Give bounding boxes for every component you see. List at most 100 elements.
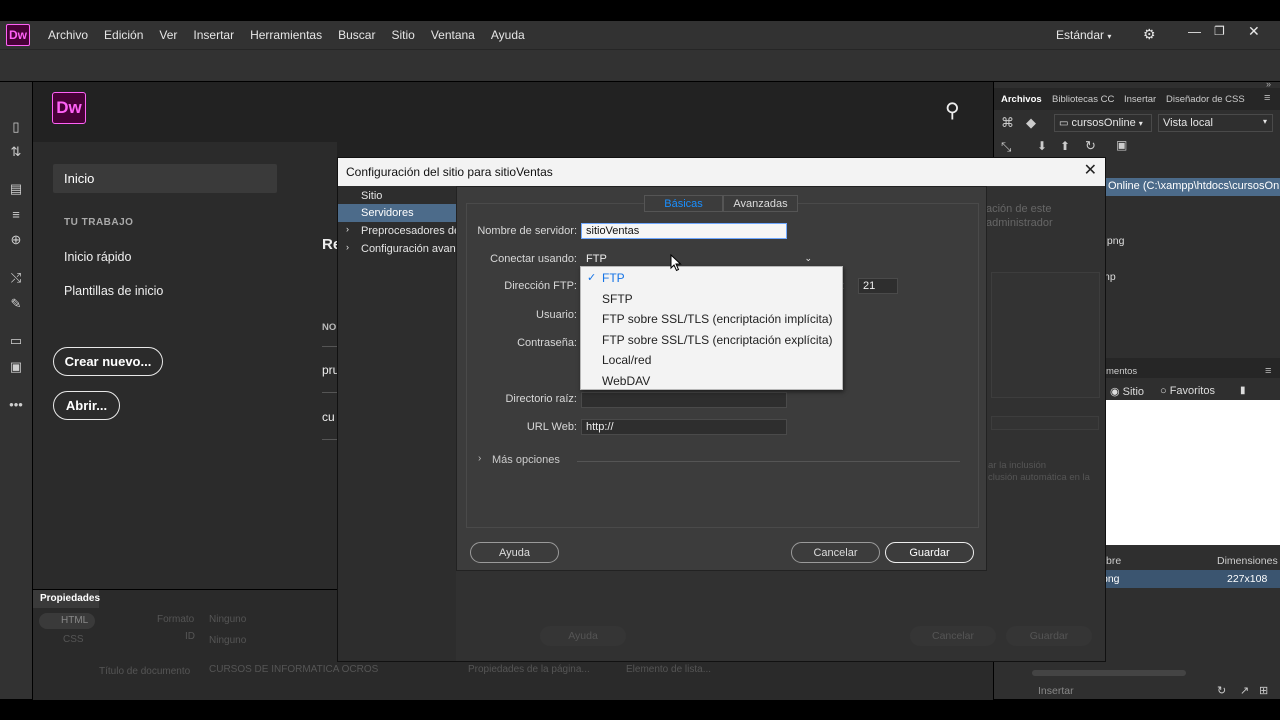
web-url-input[interactable]: http:// [581, 419, 787, 435]
connect-icon[interactable]: ⌘ [1001, 115, 1014, 131]
assets-tab[interactable]: mentos [1106, 366, 1137, 377]
tab-css-designer[interactable]: Diseñador de CSS [1166, 94, 1245, 105]
put-files-icon[interactable]: ⬆ [1060, 139, 1070, 153]
help-button[interactable]: Ayuda [470, 542, 559, 563]
server-name-input[interactable]: sitioVentas [581, 223, 787, 239]
file-row[interactable]: .png [1104, 235, 1124, 247]
collapse-panel-icon[interactable]: » [1266, 79, 1271, 89]
bookmark-icon[interactable]: ▮ [1240, 385, 1246, 396]
tab-bibliotecas[interactable]: Bibliotecas CC [1052, 94, 1114, 105]
file-management-icon[interactable]: ⇅ [8, 144, 24, 160]
recent-file-2[interactable]: cu [322, 410, 335, 424]
root-dir-input[interactable] [581, 392, 787, 408]
get-files-icon[interactable]: ⬇ [1037, 139, 1047, 153]
dreamweaver-window: Dw Archivo Edición Ver Insertar Herramie… [0, 0, 1280, 720]
menu-herramientas[interactable]: Herramientas [242, 28, 330, 42]
col-dims-header[interactable]: Dimensiones [1217, 555, 1278, 567]
assets-menu-icon[interactable]: ≡ [1265, 365, 1271, 377]
option-ftp[interactable]: FTP [602, 271, 625, 285]
dialog-close-icon[interactable]: ✕ [1084, 163, 1097, 179]
bg-cancel-button: Cancelar [910, 626, 996, 646]
site-root-row[interactable]: Online (C:\xampp\htdocs\cursosOn... [1106, 178, 1280, 196]
menu-edicion[interactable]: Edición [96, 28, 151, 42]
workspace-switcher[interactable]: Estándar ▾ [1056, 28, 1111, 42]
option-webdav[interactable]: WebDAV [602, 374, 650, 388]
add-favorite-icon[interactable]: ⊞ [1259, 684, 1268, 697]
option-local-network[interactable]: Local/red [602, 353, 651, 367]
option-ftps-implicit[interactable]: FTP sobre SSL/TLS (encriptación implícit… [602, 312, 833, 326]
option-ftps-explicit[interactable]: FTP sobre SSL/TLS (encriptación explícit… [602, 333, 833, 347]
indent-icon[interactable]: ▣ [8, 359, 24, 375]
menu-archivo[interactable]: Archivo [40, 28, 96, 42]
code-view-icon[interactable]: ▤ [8, 181, 24, 197]
workspace-label: Estándar [1056, 28, 1105, 42]
format-source-icon[interactable]: ≡ [8, 207, 24, 223]
connect-select[interactable]: FTP ⌄ [581, 251, 819, 267]
radio-favorites-label: Favoritos [1169, 385, 1215, 397]
nav-preprocesadores[interactable]: › Preprocesadores de [338, 222, 456, 240]
create-new-button[interactable]: Crear nuevo... [53, 347, 163, 376]
more-tools-icon[interactable]: ••• [8, 397, 24, 413]
wrap-tag-icon[interactable]: ⤭ [8, 270, 24, 286]
list-element-button[interactable]: Elemento de lista... [626, 664, 711, 675]
nav-inicio[interactable]: Inicio [53, 164, 277, 193]
tab-insertar[interactable]: Insertar [1124, 94, 1156, 105]
checkmark-icon: ✓ [587, 272, 597, 284]
edit-asset-icon[interactable]: ↗ [1240, 684, 1249, 697]
comment-icon[interactable]: ▭ [8, 333, 24, 349]
menu-ventana[interactable]: Ventana [423, 28, 483, 42]
menu-ver[interactable]: Ver [151, 28, 185, 42]
view-select[interactable]: Vista local ▾ [1158, 114, 1273, 132]
doc-title-input[interactable]: CURSOS DE INFORMATICA OCROS [209, 664, 378, 675]
divider [322, 439, 338, 440]
dialog-titlebar: Configuración del sitio para sitioVentas [338, 158, 1105, 186]
properties-tab[interactable]: Propiedades [33, 590, 100, 608]
menu-sitio[interactable]: Sitio [383, 28, 422, 42]
id-select[interactable]: Ninguno [209, 635, 246, 646]
id-label: ID [185, 631, 195, 642]
sync-icon[interactable]: ▣ [1116, 138, 1127, 152]
nav-sitio[interactable]: Sitio [338, 187, 456, 205]
minimize-icon[interactable]: — [1188, 24, 1201, 39]
bg-server-list [991, 272, 1100, 398]
option-sftp[interactable]: SFTP [602, 292, 633, 306]
search-icon[interactable]: ⚲ [945, 98, 960, 123]
git-icon[interactable]: ◆ [1026, 115, 1036, 131]
save-button[interactable]: Guardar [885, 542, 974, 563]
menu-buscar[interactable]: Buscar [330, 28, 383, 42]
more-options-toggle[interactable]: Más opciones [492, 454, 560, 466]
insert-asset-button[interactable]: Insertar [1038, 685, 1074, 697]
h-scrollbar[interactable] [1032, 670, 1186, 676]
live-view-icon[interactable]: ⊕ [8, 232, 24, 248]
nav-templates[interactable]: Plantillas de inicio [64, 284, 163, 298]
cancel-button[interactable]: Cancelar [791, 542, 880, 563]
refresh-assets-icon[interactable]: ↻ [1217, 684, 1226, 697]
new-file-icon[interactable]: ▯ [8, 119, 24, 135]
open-button[interactable]: Abrir... [53, 391, 120, 420]
refresh-icon[interactable]: ↻ [1085, 138, 1096, 154]
menu-ayuda[interactable]: Ayuda [483, 28, 533, 42]
close-window-icon[interactable]: ✕ [1248, 23, 1260, 40]
nav-config-avanzada[interactable]: › Configuración avanz [338, 240, 456, 258]
connect-label: Conectar usando: [490, 253, 577, 265]
panel-menu-icon[interactable]: ≡ [1264, 92, 1270, 104]
tab-archivos[interactable]: Archivos [1001, 94, 1042, 105]
menu-insertar[interactable]: Insertar [185, 28, 242, 42]
site-select[interactable]: ▭ cursosOnline ▾ [1054, 114, 1152, 132]
nav-quick-start[interactable]: Inicio rápido [64, 250, 131, 264]
radio-site[interactable]: ◉ Sitio [1110, 385, 1144, 398]
css-mode-button[interactable]: CSS [63, 634, 84, 645]
page-properties-button[interactable]: Propiedades de la página... [468, 664, 590, 675]
tab-basicas[interactable]: Básicas [644, 195, 723, 212]
brush-icon[interactable]: ✎ [8, 296, 24, 312]
col-name-header[interactable]: bre [1106, 555, 1121, 567]
tab-avanzadas[interactable]: Avanzadas [723, 195, 798, 212]
sync-settings-icon[interactable]: ⚙ [1143, 26, 1156, 43]
port-input[interactable]: 21 [858, 278, 898, 294]
nav-servidores[interactable]: Servidores [338, 204, 456, 222]
html-mode-button[interactable]: HTML [39, 613, 95, 629]
format-select[interactable]: Ninguno [209, 614, 246, 625]
restore-icon[interactable]: ❐ [1214, 24, 1225, 38]
expand-icon[interactable]: ⤡ [1001, 139, 1011, 155]
radio-favorites[interactable]: ○ Favoritos [1160, 385, 1215, 397]
